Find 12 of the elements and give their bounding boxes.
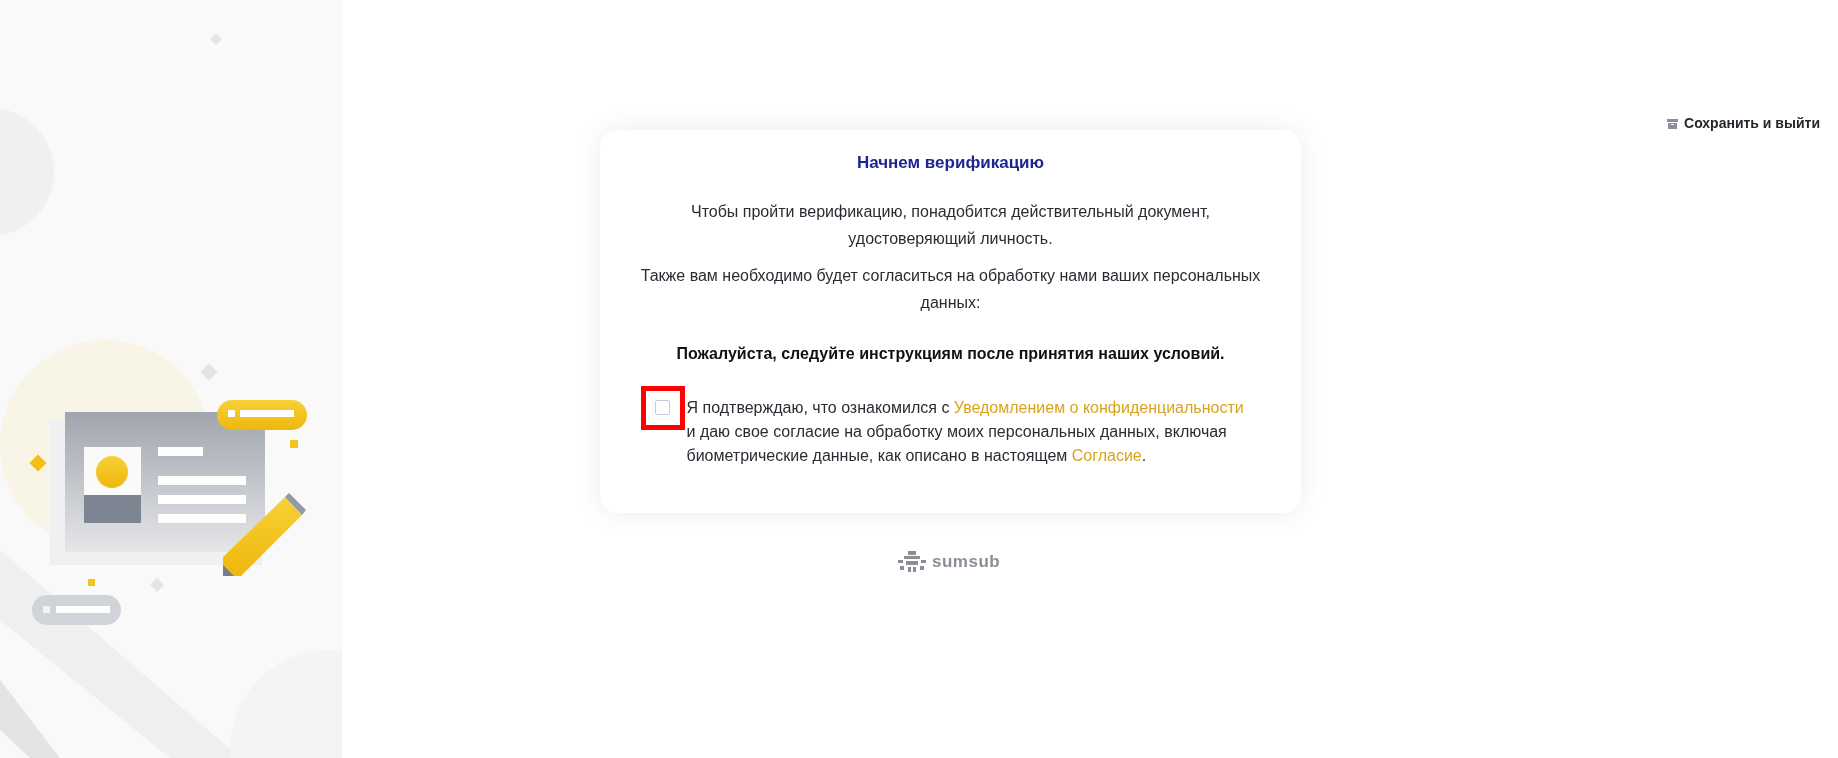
instruction-notice: Пожалуйста, следуйте инструкциям после принятия наших условий.: [676, 343, 1225, 364]
save-exit-button[interactable]: Сохранить и выйти: [1667, 113, 1820, 134]
consent-link[interactable]: Согласие: [1071, 446, 1142, 464]
archive-icon: [1667, 118, 1678, 129]
logo-icon: [898, 550, 926, 573]
consent-checkbox[interactable]: [655, 400, 670, 415]
consent-text: Я подтверждаю, что ознакомился с Уведомлением о конфиденциальности и даю свое согласие на обработку моих персональных данных, включая биометрические данные, как описано в настоящем Согласие.: [686, 397, 1245, 466]
card-title: Начнем верификацию: [856, 152, 1045, 174]
privacy-notice-link[interactable]: Уведомлением о конфиденциальности: [953, 398, 1244, 416]
brand-name: sumsub: [932, 551, 1001, 573]
info-paragraph: Чтобы пройти верификацию, понадобится действительный документ, удостоверяющий личность.: [690, 201, 1211, 249]
info-paragraph: Также вам необходимо будет согласиться на обработку нами ваших персональных данных:: [639, 265, 1262, 313]
